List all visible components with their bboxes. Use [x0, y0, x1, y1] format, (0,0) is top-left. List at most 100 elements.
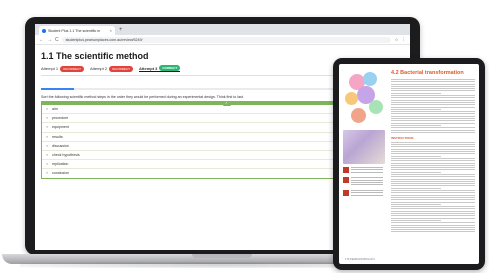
text-line: [391, 194, 475, 196]
favicon-icon: [42, 28, 46, 33]
text-line: [391, 224, 475, 226]
drag-handle-icon[interactable]: ≡: [46, 107, 48, 111]
menu-icon[interactable]: ⋮: [402, 37, 407, 43]
text-line: [391, 162, 475, 164]
text-line: [391, 160, 475, 162]
text-line: [391, 127, 475, 129]
text-line: [391, 219, 442, 221]
bacteria-illustration: [343, 70, 385, 126]
text-line: [391, 151, 475, 153]
laptop-notch: [192, 254, 252, 258]
text-line: [391, 196, 475, 198]
text-line: [391, 169, 475, 171]
text-line: [391, 146, 475, 148]
browser-tabbar: Student Plus 1.1 The scientific m × +: [35, 24, 410, 35]
tablet-left-column: [343, 70, 385, 197]
text-line: [391, 206, 475, 208]
status-badge: INCORRECT: [60, 65, 84, 72]
text-line: [391, 81, 475, 83]
text-line: [391, 97, 475, 99]
text-line: [391, 113, 475, 115]
text-line: [391, 226, 475, 228]
status-badge: INCORRECT: [109, 65, 133, 72]
text-line: [391, 164, 475, 166]
text-line: [391, 104, 475, 106]
text-line: [391, 141, 475, 143]
text-line: [391, 183, 475, 185]
text-line: [391, 213, 475, 215]
text-line: [391, 171, 442, 173]
text-line: [391, 178, 475, 180]
text-line: [391, 106, 475, 108]
drag-handle-icon[interactable]: ≡: [46, 153, 48, 157]
text-line: [391, 124, 442, 126]
tab-attempt-2[interactable]: Attempt 2 INCORRECT: [89, 65, 133, 72]
tab-title: Student Plus 1.1 The scientific m: [48, 28, 101, 33]
check-icon: ✓: [222, 101, 231, 106]
text-line: [391, 122, 475, 124]
text-line: [391, 148, 475, 150]
text-line: [391, 90, 475, 92]
text-line: [391, 199, 475, 201]
browser-tab[interactable]: Student Plus 1.1 The scientific m ×: [39, 26, 115, 35]
text-line: [391, 88, 475, 90]
text-line: [391, 222, 475, 224]
flower-photo: [343, 130, 385, 164]
text-line: [391, 201, 475, 203]
text-line: [391, 190, 475, 192]
text-line: [391, 173, 475, 175]
drag-handle-icon[interactable]: ≡: [46, 135, 48, 139]
text-line: [391, 176, 475, 178]
close-icon[interactable]: ×: [110, 28, 112, 33]
text-line: [391, 180, 475, 182]
progress-fill: [41, 88, 74, 90]
text-line: [391, 192, 475, 194]
text-line: [391, 229, 475, 231]
star-icon[interactable]: ☆: [394, 37, 398, 43]
text-line: [391, 95, 475, 97]
text-line: [391, 99, 475, 101]
back-icon[interactable]: ←: [39, 37, 44, 43]
text-line: [391, 203, 442, 205]
tab-attempt-3[interactable]: Attempt 3 CORRECT: [138, 65, 181, 72]
text-line: [391, 108, 442, 110]
text-line: [391, 85, 475, 87]
text-line: [391, 157, 475, 159]
attempt-label: Attempt 2: [89, 66, 108, 71]
text-line: [391, 210, 475, 212]
text-line: [391, 101, 475, 103]
status-badge: CORRECT: [159, 65, 181, 71]
text-line: [391, 231, 475, 233]
text-line: [391, 187, 442, 189]
text-line: [391, 144, 475, 146]
side-note: [343, 189, 385, 197]
tab-attempt-1[interactable]: Attempt 1 INCORRECT: [41, 65, 84, 72]
text-line: [391, 185, 475, 187]
text-line: [391, 92, 442, 94]
drag-handle-icon[interactable]: ≡: [46, 162, 48, 166]
reload-icon[interactable]: C: [55, 37, 59, 43]
new-tab-button[interactable]: +: [115, 26, 127, 35]
text-line: [391, 115, 475, 117]
text-line: [391, 118, 475, 120]
text-line: [391, 215, 475, 217]
drag-handle-icon[interactable]: ≡: [46, 171, 48, 175]
address-row: ← → C studentplus.pearsonplaces.com.au/r…: [35, 35, 410, 45]
section-heading: 4.2 Bacterial transformation: [391, 70, 464, 76]
page-footer: 176 PEARSON BIOLOGY: [345, 258, 376, 261]
text-line: [391, 120, 475, 122]
tablet-right-column: 4.2 Bacterial transformation INSTRUCTION…: [391, 70, 475, 234]
subheading: INSTRUCTIONS: [391, 135, 414, 140]
attempt-label: Attempt 1: [41, 66, 59, 71]
side-note: [343, 167, 385, 174]
drag-handle-icon[interactable]: ≡: [46, 144, 48, 148]
text-line: [391, 153, 475, 155]
url-bar[interactable]: studentplus.pearsonplaces.com.au/review/…: [61, 36, 392, 43]
side-note: [343, 177, 385, 187]
tablet-screen: 4.2 Bacterial transformation INSTRUCTION…: [339, 64, 479, 264]
drag-handle-icon[interactable]: ≡: [46, 125, 48, 129]
drag-handle-icon[interactable]: ≡: [46, 116, 48, 120]
text-line: [391, 129, 475, 131]
text-line: [391, 111, 475, 113]
forward-icon[interactable]: →: [47, 37, 52, 43]
